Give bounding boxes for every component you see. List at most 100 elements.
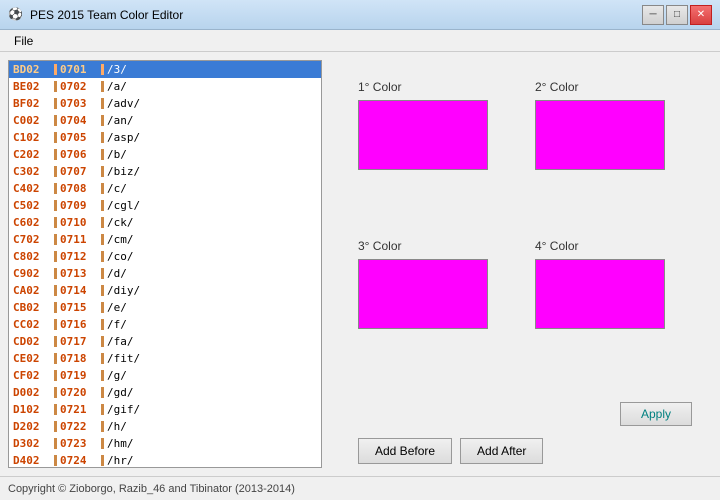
divider-icon (101, 404, 104, 415)
list-item[interactable]: C5020709/cgl/ (9, 197, 321, 214)
divider-icon (54, 455, 57, 466)
list-col2: 0709 (60, 199, 98, 212)
divider-icon (54, 149, 57, 160)
list-item[interactable]: BE020702/a/ (9, 78, 321, 95)
divider-icon (54, 98, 57, 109)
color3-swatch[interactable] (358, 259, 488, 329)
list-item[interactable]: C2020706/b/ (9, 146, 321, 163)
list-item[interactable]: C0020704/an/ (9, 112, 321, 129)
list-col2: 0706 (60, 148, 98, 161)
list-item[interactable]: D002 0720/gd/ (9, 384, 321, 401)
divider-icon (101, 421, 104, 432)
add-after-button[interactable]: Add After (460, 438, 543, 464)
list-col1: CA02 (13, 284, 51, 297)
divider-icon (54, 353, 57, 364)
list-col3: /h/ (107, 420, 317, 433)
list-col3: /hr/ (107, 454, 317, 467)
divider-icon (54, 64, 57, 75)
divider-icon (101, 387, 104, 398)
list-col3: /an/ (107, 114, 317, 127)
divider-icon (101, 115, 104, 126)
list-col1: D302 (13, 437, 51, 450)
list-item[interactable]: CB020715/e/ (9, 299, 321, 316)
list-col3: /f/ (107, 318, 317, 331)
list-col1: BE02 (13, 80, 51, 93)
list-col1: BD02 (13, 63, 51, 76)
color1-cell: 1° Color (358, 80, 515, 219)
maximize-button[interactable]: □ (666, 5, 688, 25)
divider-icon (101, 81, 104, 92)
list-col3: /3/ (107, 63, 317, 76)
list-item[interactable]: CF020719/g/ (9, 367, 321, 384)
divider-icon (54, 302, 57, 313)
divider-icon (101, 132, 104, 143)
list-item[interactable]: BD02 0701/3/ (9, 61, 321, 78)
list-col1: D002 (13, 386, 51, 399)
status-text: Copyright © Zioborgo, Razib_46 and Tibin… (8, 483, 295, 495)
list-col3: /cm/ (107, 233, 317, 246)
list-item[interactable]: D3020723/hm/ (9, 435, 321, 452)
divider-icon (54, 132, 57, 143)
divider-icon (101, 251, 104, 262)
minimize-button[interactable]: ─ (642, 5, 664, 25)
list-col2: 0705 (60, 131, 98, 144)
list-col2: 0720 (60, 386, 98, 399)
color3-cell: 3° Color (358, 239, 515, 378)
divider-icon (101, 455, 104, 466)
list-item[interactable]: D4020724/hr/ (9, 452, 321, 467)
divider-icon (101, 149, 104, 160)
list-item[interactable]: D2020722/h/ (9, 418, 321, 435)
color3-label: 3° Color (358, 239, 401, 253)
list-item[interactable]: C7020711/cm/ (9, 231, 321, 248)
list-item[interactable]: D1020721/gif/ (9, 401, 321, 418)
list-item[interactable]: C9020713/d/ (9, 265, 321, 282)
team-list[interactable]: BD02 0701/3/BE020702/a/BF020703/adv/C0020… (9, 61, 321, 467)
list-col3: /c/ (107, 182, 317, 195)
add-before-button[interactable]: Add Before (358, 438, 452, 464)
apply-button[interactable]: Apply (620, 402, 692, 426)
list-item[interactable]: CE020718/fit/ (9, 350, 321, 367)
divider-icon (101, 302, 104, 313)
list-item[interactable]: CA020714/diy/ (9, 282, 321, 299)
color1-swatch[interactable] (358, 100, 488, 170)
list-col3: /asp/ (107, 131, 317, 144)
list-item[interactable]: C4020708/c/ (9, 180, 321, 197)
color2-cell: 2° Color (535, 80, 692, 219)
divider-icon (101, 285, 104, 296)
color2-label: 2° Color (535, 80, 578, 94)
list-col2: 0718 (60, 352, 98, 365)
color4-swatch[interactable] (535, 259, 665, 329)
list-item[interactable]: C1020705/asp/ (9, 129, 321, 146)
divider-icon (54, 183, 57, 194)
list-col2: 0712 (60, 250, 98, 263)
divider-icon (54, 319, 57, 330)
list-col3: /gd/ (107, 386, 317, 399)
divider-icon (54, 166, 57, 177)
divider-icon (101, 234, 104, 245)
list-item[interactable]: BF020703/adv/ (9, 95, 321, 112)
list-col2: 0714 (60, 284, 98, 297)
divider-icon (101, 336, 104, 347)
list-item[interactable]: C3020707/biz/ (9, 163, 321, 180)
list-col1: C202 (13, 148, 51, 161)
list-col2: 0716 (60, 318, 98, 331)
list-col1: CC02 (13, 318, 51, 331)
list-col2: 0719 (60, 369, 98, 382)
list-item[interactable]: C6020710/ck/ (9, 214, 321, 231)
list-col2: 0710 (60, 216, 98, 229)
list-col2: 0711 (60, 233, 98, 246)
list-col1: CD02 (13, 335, 51, 348)
list-col1: D402 (13, 454, 51, 467)
divider-icon (54, 200, 57, 211)
divider-icon (54, 285, 57, 296)
list-col2: 0701 (60, 63, 98, 76)
color2-swatch[interactable] (535, 100, 665, 170)
list-container: BD02 0701/3/BE020702/a/BF020703/adv/C0020… (8, 60, 322, 468)
list-item[interactable]: CD020717/fa/ (9, 333, 321, 350)
color1-label: 1° Color (358, 80, 401, 94)
list-col3: /hm/ (107, 437, 317, 450)
list-item[interactable]: C8020712/co/ (9, 248, 321, 265)
file-menu[interactable]: File (6, 32, 41, 50)
list-item[interactable]: CC02 0716/f/ (9, 316, 321, 333)
close-button[interactable]: ✕ (690, 5, 712, 25)
